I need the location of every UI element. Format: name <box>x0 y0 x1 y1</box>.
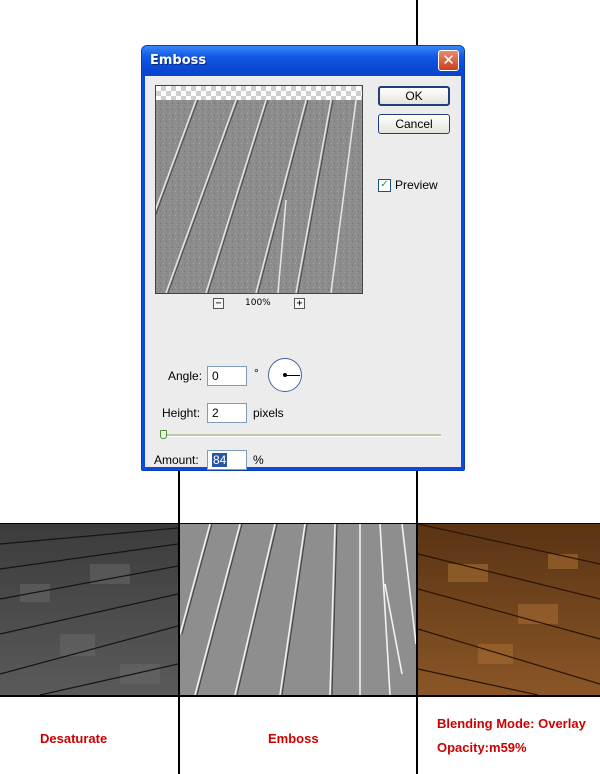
dialog-body: − 100% + OK Cancel ✓ Preview Angle: 0 ° … <box>145 76 461 470</box>
amount-label: Amount: <box>154 453 199 467</box>
preview-label: Preview <box>395 178 438 192</box>
filter-preview[interactable] <box>155 85 363 294</box>
zoom-out-button[interactable]: − <box>213 298 224 309</box>
desaturate-result-image <box>0 524 178 695</box>
close-icon: ✕ <box>442 51 455 69</box>
angle-label: Angle: <box>168 369 203 383</box>
height-input[interactable]: 2 <box>207 403 247 423</box>
divider-bottom-horizontal <box>0 695 600 697</box>
overlay-result-image <box>418 524 600 695</box>
angle-unit: ° <box>254 366 259 380</box>
dialog-title: Emboss <box>150 53 207 68</box>
cancel-button[interactable]: Cancel <box>378 114 450 134</box>
height-label: Height: <box>162 406 201 420</box>
dialog-titlebar[interactable]: Emboss ✕ <box>142 46 464 76</box>
amount-input[interactable]: 84 <box>207 450 247 470</box>
caption-emboss: Emboss <box>268 731 319 746</box>
angle-dial-center <box>283 373 287 377</box>
preview-checkbox[interactable]: ✓ <box>378 179 391 192</box>
transparency-checkerboard <box>156 86 362 100</box>
close-button[interactable]: ✕ <box>438 50 459 71</box>
caption-desaturate: Desaturate <box>40 731 108 746</box>
height-slider-thumb[interactable] <box>160 430 167 439</box>
divider-top <box>416 0 418 48</box>
caption-overlay-opacity: Opacity:m59% <box>437 740 527 755</box>
zoom-in-button[interactable]: + <box>294 298 305 309</box>
height-slider-track[interactable] <box>160 434 441 437</box>
ok-button[interactable]: OK <box>378 86 450 106</box>
angle-dial-needle <box>285 375 300 376</box>
checkmark-icon: ✓ <box>380 179 389 190</box>
angle-dial[interactable] <box>268 358 302 392</box>
amount-value-selected: 84 <box>212 453 228 467</box>
caption-overlay-mode: Blending Mode: Overlay <box>437 716 586 731</box>
minus-icon: − <box>215 298 222 309</box>
zoom-level: 100% <box>245 298 271 308</box>
amount-unit: % <box>253 453 264 467</box>
plus-icon: + <box>296 298 303 309</box>
angle-input[interactable]: 0 <box>207 366 247 386</box>
emboss-dialog: Emboss ✕ − 100% + OK Cancel ✓ Preview An… <box>141 45 465 471</box>
emboss-result-image <box>180 524 416 695</box>
height-unit: pixels <box>253 406 284 420</box>
preview-image <box>156 100 362 293</box>
